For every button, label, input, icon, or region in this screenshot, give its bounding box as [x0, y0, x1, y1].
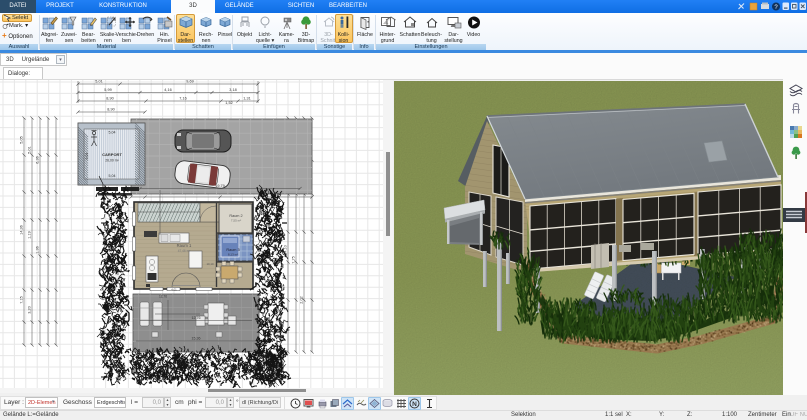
- svg-text:5,99: 5,99: [104, 88, 111, 92]
- svg-text:10,10: 10,10: [207, 262, 214, 266]
- svg-text:N: N: [412, 401, 417, 408]
- svg-text:3,18: 3,18: [229, 88, 236, 92]
- svg-text:3,20: 3,20: [28, 306, 32, 313]
- svg-text:19,79: 19,79: [215, 184, 225, 188]
- svg-text:Raum 2: Raum 2: [229, 214, 242, 218]
- svg-text:26,00 m²: 26,00 m²: [105, 159, 119, 163]
- svg-text:6,36: 6,36: [36, 156, 40, 163]
- svg-text:5,04: 5,04: [109, 174, 116, 178]
- svg-text:Raum 1: Raum 1: [177, 243, 192, 248]
- svg-text:9,69: 9,69: [186, 80, 193, 84]
- svg-text:5,05: 5,05: [20, 136, 24, 143]
- svg-text:1,31: 1,31: [243, 97, 250, 101]
- svg-text:1,36: 1,36: [36, 246, 40, 253]
- svg-text:4,01: 4,01: [171, 288, 177, 292]
- svg-text:5,04: 5,04: [109, 131, 116, 135]
- svg-text:5,04: 5,04: [85, 153, 89, 160]
- svg-text:Raum 3: Raum 3: [226, 248, 239, 252]
- svg-text:8,90: 8,90: [107, 108, 114, 112]
- svg-text:15,36: 15,36: [192, 337, 201, 341]
- svg-text:CARPORT: CARPORT: [102, 152, 122, 157]
- svg-text:14,36: 14,36: [20, 225, 24, 235]
- svg-text:8,13 m²: 8,13 m²: [228, 253, 238, 257]
- svg-text:47,46 m²: 47,46 m²: [178, 249, 191, 253]
- svg-text:12,76: 12,76: [159, 295, 167, 299]
- svg-text:7,75: 7,75: [292, 256, 296, 263]
- svg-text:7,15: 7,15: [20, 296, 24, 303]
- svg-text:7,16: 7,16: [179, 97, 186, 101]
- svg-text:4,16: 4,16: [164, 88, 171, 92]
- svg-text:5,01: 5,01: [28, 146, 32, 153]
- svg-text:7,55 m²: 7,55 m²: [231, 219, 241, 223]
- svg-text:5,01: 5,01: [95, 80, 102, 84]
- svg-text:1,52: 1,52: [225, 101, 232, 105]
- svg-text:1,19: 1,19: [28, 231, 32, 238]
- svg-text:8,90: 8,90: [106, 97, 113, 101]
- svg-text:2,02: 2,02: [300, 296, 304, 303]
- svg-text:12,76: 12,76: [192, 316, 201, 320]
